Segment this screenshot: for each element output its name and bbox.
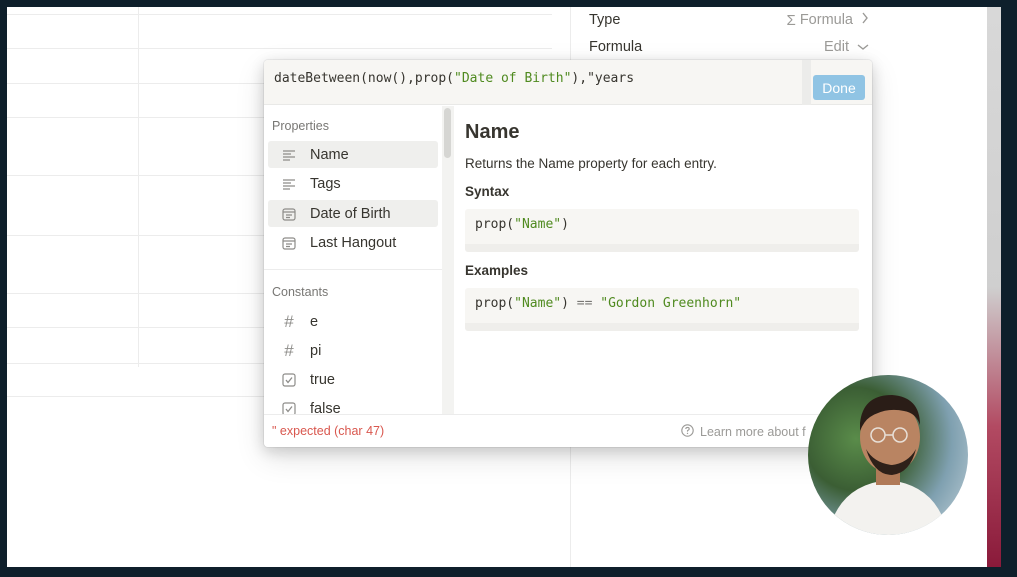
done-button[interactable]: Done bbox=[813, 75, 865, 100]
property-formula-row[interactable]: Formula Edit bbox=[589, 34, 869, 60]
list-divider bbox=[264, 269, 442, 270]
code-token: ) bbox=[561, 217, 569, 232]
code-string-token: "Gordon Greenhorn" bbox=[600, 296, 742, 311]
learn-more-label: Learn more about f bbox=[700, 425, 806, 439]
help-circle-icon bbox=[681, 424, 694, 440]
constants-section-title: Constants bbox=[272, 285, 329, 299]
popup-footer: " expected (char 47) Learn more about f bbox=[264, 414, 872, 447]
formula-editor-popup: dateBetween(now(),prop("Date of Birth"),… bbox=[264, 60, 872, 447]
formula-edit-button[interactable]: Edit bbox=[824, 39, 869, 55]
property-type-row[interactable]: Type Σ Formula bbox=[589, 7, 869, 33]
hash-icon: # bbox=[284, 340, 294, 360]
list-item-label: false bbox=[310, 400, 341, 415]
code-string-token: "Name" bbox=[514, 217, 562, 232]
list-item-label: Date of Birth bbox=[310, 205, 391, 222]
list-scrollbar-thumb[interactable] bbox=[444, 108, 451, 158]
list-item-label: Last Hangout bbox=[310, 234, 397, 251]
property-type-value-label: Formula bbox=[799, 12, 853, 28]
sigma-icon: Σ bbox=[786, 11, 796, 29]
checkbox-icon bbox=[280, 400, 298, 414]
code-operator-token: == bbox=[576, 296, 593, 311]
code-string-token: "Name" bbox=[514, 296, 562, 311]
list-item-last-hangout[interactable]: Last Hangout bbox=[268, 229, 438, 256]
list-item-label: Tags bbox=[310, 175, 341, 192]
formula-code[interactable]: dateBetween(now(),prop("Date of Birth"),… bbox=[274, 71, 634, 86]
list-item-label: true bbox=[310, 371, 335, 388]
properties-section-title: Properties bbox=[272, 119, 329, 133]
detail-title: Name bbox=[465, 121, 520, 143]
formula-edit-label: Edit bbox=[824, 39, 849, 55]
table-row-divider bbox=[7, 14, 552, 15]
checkbox-icon bbox=[280, 371, 298, 389]
hash-icon: # bbox=[284, 311, 294, 331]
list-item-name[interactable]: Name bbox=[268, 141, 438, 168]
formula-input[interactable]: dateBetween(now(),prop("Date of Birth"),… bbox=[264, 60, 872, 105]
calendar-icon bbox=[280, 205, 298, 223]
property-type-label: Type bbox=[589, 12, 621, 28]
code-token: prop( bbox=[475, 217, 515, 232]
formula-code-suffix: ),"years bbox=[571, 71, 635, 86]
syntax-heading: Syntax bbox=[465, 184, 510, 199]
table-row-divider bbox=[7, 48, 552, 49]
code-token: ) bbox=[561, 296, 577, 311]
example-code-block: prop("Name") == "Gordon Greenhorn" bbox=[465, 288, 859, 331]
examples-heading: Examples bbox=[465, 263, 529, 278]
list-item-false[interactable]: false bbox=[268, 395, 438, 414]
formula-code-prefix: dateBetween(now(),prop( bbox=[274, 71, 455, 86]
list-item-label: e bbox=[310, 313, 319, 330]
calendar-icon bbox=[280, 234, 298, 252]
list-item-date-of-birth[interactable]: Date of Birth bbox=[268, 200, 438, 227]
chevron-down-icon bbox=[857, 39, 869, 55]
list-item-e[interactable]: # e bbox=[268, 308, 438, 335]
detail-description: Returns the Name property for each entry… bbox=[465, 156, 717, 171]
list-item-pi[interactable]: # pi bbox=[268, 337, 438, 364]
list-item-label: pi bbox=[310, 342, 322, 359]
formula-code-string: "Date of Birth" bbox=[454, 71, 572, 86]
syntax-error-message: " expected (char 47) bbox=[272, 424, 385, 438]
chevron-right-icon bbox=[861, 12, 869, 28]
list-item-true[interactable]: true bbox=[268, 366, 438, 393]
property-formula-label: Formula bbox=[589, 39, 643, 55]
window-edge-strip bbox=[987, 7, 1001, 567]
table-column-divider bbox=[138, 7, 139, 367]
webcam-overlay bbox=[808, 375, 968, 535]
text-lines-icon bbox=[280, 146, 298, 164]
function-detail-panel: Name Returns the Name property for each … bbox=[455, 106, 872, 414]
code-token: prop( bbox=[475, 296, 515, 311]
editor-scrollbar[interactable] bbox=[802, 60, 811, 105]
property-type-value[interactable]: Σ Formula bbox=[787, 12, 869, 29]
list-item-label: Name bbox=[310, 146, 349, 163]
function-list: Properties Name Tags Date of Birth Last … bbox=[264, 106, 454, 414]
presenter-video-icon bbox=[828, 395, 948, 535]
text-lines-icon bbox=[280, 175, 298, 193]
learn-more-link[interactable]: Learn more about f bbox=[681, 424, 806, 440]
syntax-code-block: prop("Name") bbox=[465, 209, 859, 252]
list-item-tags[interactable]: Tags bbox=[268, 170, 438, 197]
